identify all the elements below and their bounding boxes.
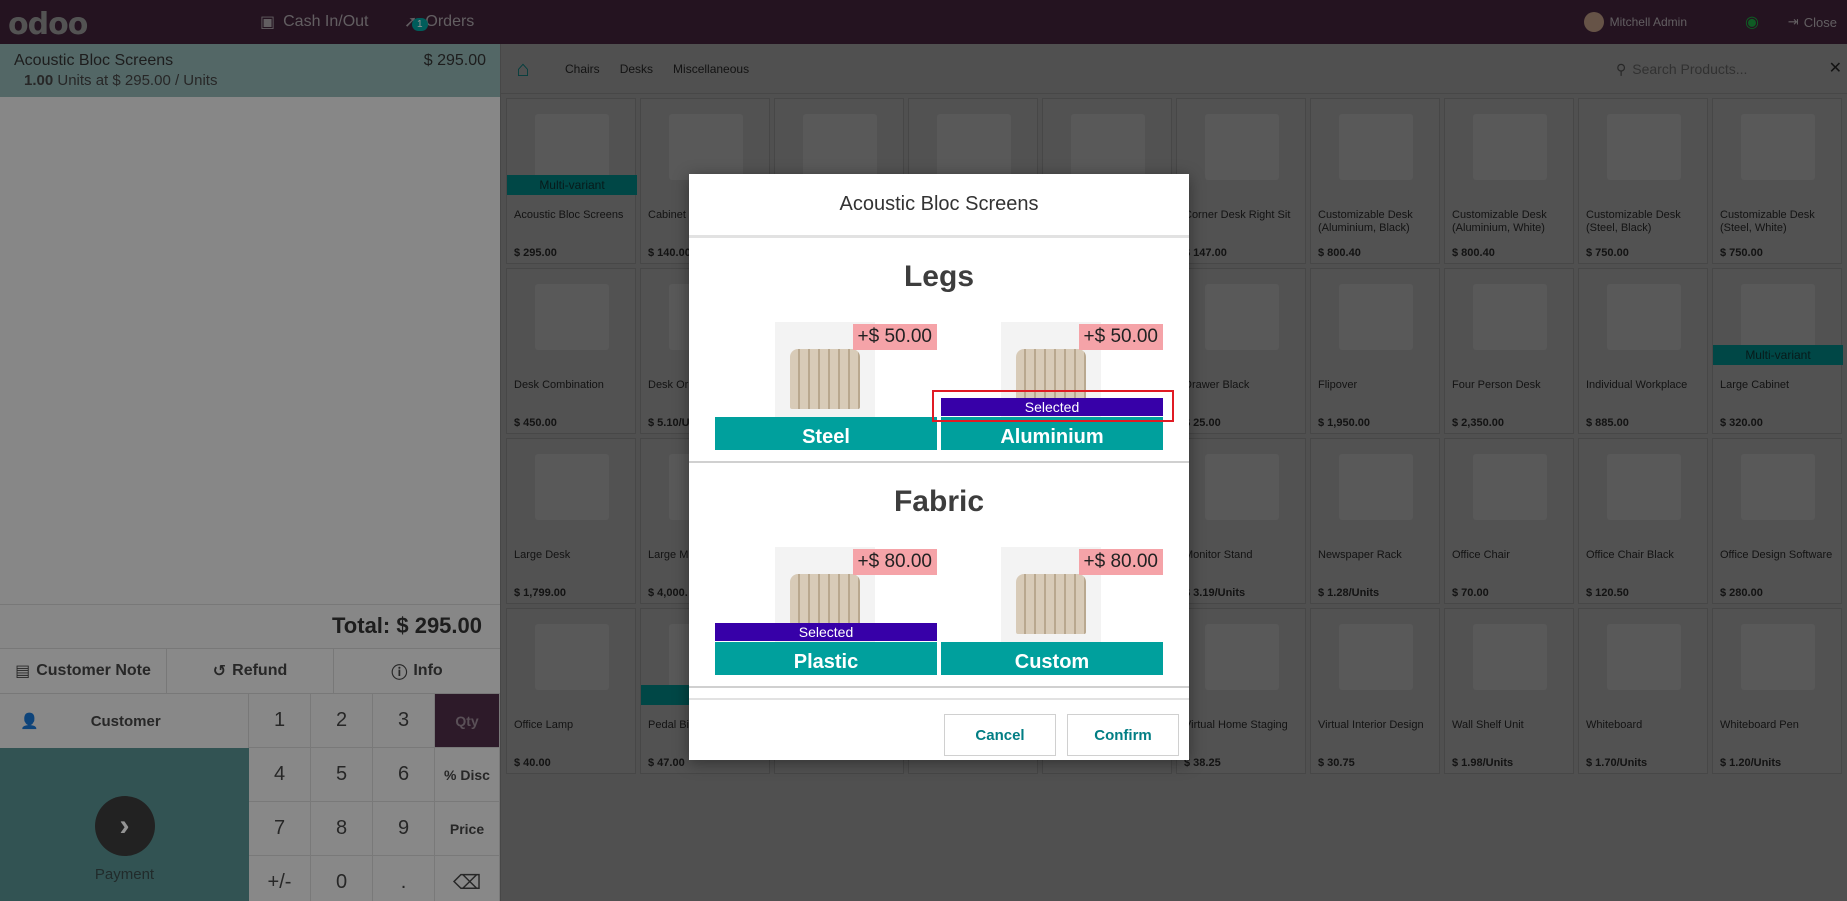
attribute-fabric: Fabric +$ 80.00 Selected Plastic +$ 80.0… bbox=[689, 463, 1189, 688]
cancel-button[interactable]: Cancel bbox=[944, 714, 1056, 756]
attribute-title: Fabric bbox=[893, 485, 985, 518]
product-configurator-popup: Acoustic Bloc Screens Legs +$ 50.00 Stee… bbox=[689, 174, 1189, 760]
option-extra-price: +$ 80.00 bbox=[852, 549, 937, 575]
popup-footer: Cancel Confirm bbox=[689, 698, 1189, 760]
option-steel[interactable]: +$ 50.00 Steel bbox=[715, 322, 937, 452]
selection-highlight-box bbox=[932, 390, 1174, 422]
attribute-title: Legs bbox=[903, 260, 975, 293]
popup-body: Legs +$ 50.00 Steel +$ 50.00 Selected Al… bbox=[689, 238, 1189, 698]
option-custom[interactable]: +$ 80.00 Custom bbox=[941, 547, 1163, 677]
popup-title: Acoustic Bloc Screens bbox=[689, 174, 1189, 238]
selected-badge: Selected bbox=[715, 623, 937, 641]
option-plastic[interactable]: +$ 80.00 Selected Plastic bbox=[715, 547, 937, 677]
option-label: Steel bbox=[715, 417, 937, 450]
confirm-button[interactable]: Confirm bbox=[1067, 714, 1179, 756]
attribute-legs: Legs +$ 50.00 Steel +$ 50.00 Selected Al… bbox=[689, 238, 1189, 463]
option-label: Plastic bbox=[715, 642, 937, 675]
option-aluminium[interactable]: +$ 50.00 Selected Aluminium bbox=[941, 322, 1163, 452]
option-extra-price: +$ 50.00 bbox=[852, 324, 937, 350]
option-extra-price: +$ 80.00 bbox=[1078, 549, 1163, 575]
option-label: Custom bbox=[941, 642, 1163, 675]
option-extra-price: +$ 50.00 bbox=[1078, 324, 1163, 350]
